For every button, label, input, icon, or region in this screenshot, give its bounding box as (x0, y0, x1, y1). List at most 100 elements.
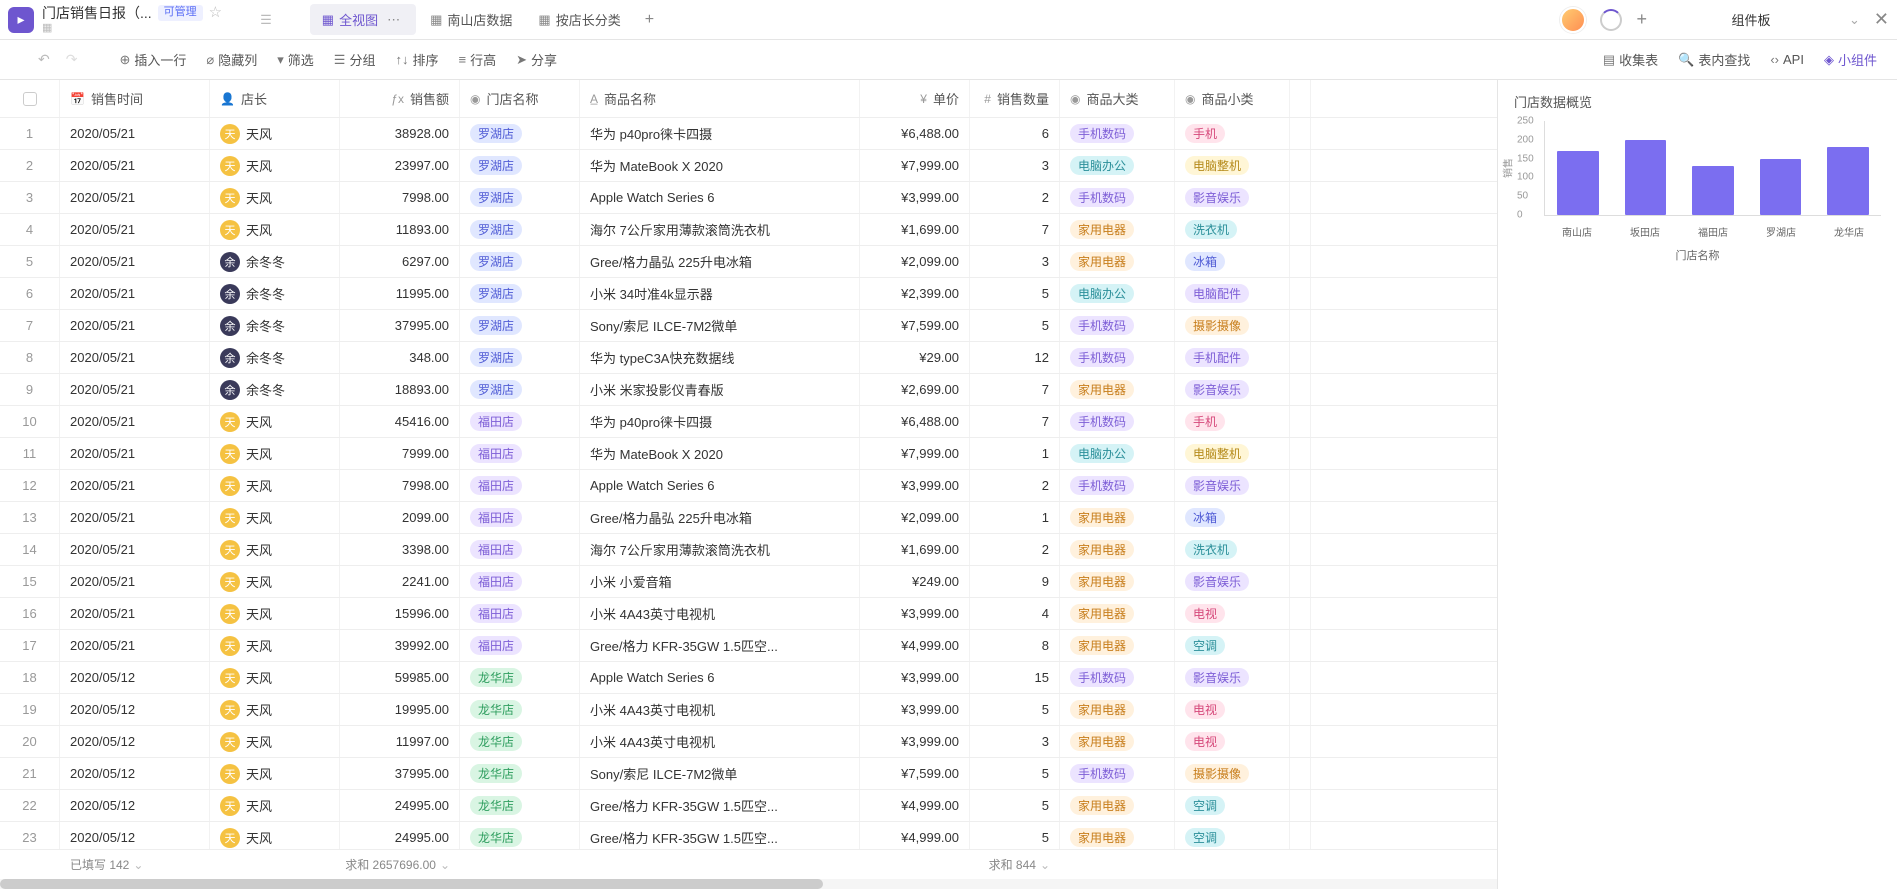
cell-qty[interactable]: 12 (970, 342, 1060, 373)
app-logo-icon[interactable]: ▸ (8, 7, 34, 33)
hide-column-button[interactable]: ⌀隐藏列 (198, 46, 265, 73)
select-all-cell[interactable] (0, 80, 60, 117)
sort-button[interactable]: ↑↓排序 (387, 46, 446, 73)
cell-product[interactable]: Sony/索尼 ILCE-7M2微单 (580, 758, 860, 789)
cell-category[interactable]: 手机数码 (1060, 310, 1175, 341)
cell-subcategory[interactable]: 影音娱乐 (1175, 470, 1290, 501)
cell-manager[interactable]: 余余冬冬 (210, 342, 340, 373)
cell-store[interactable]: 福田店 (460, 598, 580, 629)
table-row[interactable]: 212020/05/12天天风37995.00龙华店Sony/索尼 ILCE-7… (0, 758, 1497, 790)
cell-category[interactable]: 家用电器 (1060, 726, 1175, 757)
cell-amount[interactable]: 18893.00 (340, 374, 460, 405)
cell-qty[interactable]: 15 (970, 662, 1060, 693)
cell-category[interactable]: 家用电器 (1060, 566, 1175, 597)
table-row[interactable]: 232020/05/12天天风24995.00龙华店Gree/格力 KFR-35… (0, 822, 1497, 849)
cell-subcategory[interactable]: 影音娱乐 (1175, 374, 1290, 405)
cell-manager[interactable]: 天天风 (210, 406, 340, 437)
cell-category[interactable]: 家用电器 (1060, 374, 1175, 405)
cell-amount[interactable]: 7999.00 (340, 438, 460, 469)
cell-manager[interactable]: 天天风 (210, 150, 340, 181)
cell-amount[interactable]: 11893.00 (340, 214, 460, 245)
cell-store[interactable]: 龙华店 (460, 822, 580, 849)
cell-product[interactable]: Apple Watch Series 6 (580, 662, 860, 693)
cell-date[interactable]: 2020/05/12 (60, 790, 210, 821)
table-row[interactable]: 72020/05/21余余冬冬37995.00罗湖店Sony/索尼 ILCE-7… (0, 310, 1497, 342)
cell-product[interactable]: Gree/格力晶弘 225升电冰箱 (580, 502, 860, 533)
col-date[interactable]: 📅销售时间 (60, 80, 210, 117)
cell-amount[interactable]: 37995.00 (340, 758, 460, 789)
table-row[interactable]: 62020/05/21余余冬冬11995.00罗湖店小米 34吋准4k显示器¥2… (0, 278, 1497, 310)
cell-qty[interactable]: 2 (970, 470, 1060, 501)
table-row[interactable]: 182020/05/12天天风59985.00龙华店Apple Watch Se… (0, 662, 1497, 694)
chart-bar[interactable] (1625, 140, 1667, 215)
cell-manager[interactable]: 余余冬冬 (210, 374, 340, 405)
cell-product[interactable]: Gree/格力 KFR-35GW 1.5匹空... (580, 630, 860, 661)
cell-qty[interactable]: 8 (970, 630, 1060, 661)
cell-price[interactable]: ¥6,488.00 (860, 406, 970, 437)
cell-subcategory[interactable]: 摄影摄像 (1175, 310, 1290, 341)
cell-price[interactable]: ¥249.00 (860, 566, 970, 597)
cell-price[interactable]: ¥1,699.00 (860, 214, 970, 245)
col-subcategory[interactable]: ◉商品小类 (1175, 80, 1290, 117)
cell-price[interactable]: ¥4,999.00 (860, 790, 970, 821)
cell-qty[interactable]: 6 (970, 118, 1060, 149)
cell-date[interactable]: 2020/05/21 (60, 310, 210, 341)
cell-amount[interactable]: 24995.00 (340, 790, 460, 821)
cell-date[interactable]: 2020/05/21 (60, 342, 210, 373)
cell-qty[interactable]: 1 (970, 438, 1060, 469)
cell-subcategory[interactable]: 洗衣机 (1175, 214, 1290, 245)
footer-qty-sum[interactable]: 求和 844 ⌄ (970, 850, 1060, 879)
cell-store[interactable]: 罗湖店 (460, 342, 580, 373)
cell-subcategory[interactable]: 摄影摄像 (1175, 758, 1290, 789)
cell-date[interactable]: 2020/05/12 (60, 726, 210, 757)
col-qty[interactable]: #销售数量 (970, 80, 1060, 117)
cell-amount[interactable]: 7998.00 (340, 182, 460, 213)
cell-price[interactable]: ¥7,599.00 (860, 758, 970, 789)
cell-qty[interactable]: 5 (970, 822, 1060, 849)
chart-bar[interactable] (1692, 166, 1734, 215)
cell-price[interactable]: ¥4,999.00 (860, 630, 970, 661)
col-product[interactable]: A̲商品名称 (580, 80, 860, 117)
table-row[interactable]: 82020/05/21余余冬冬348.00罗湖店华为 typeC3A快充数据线¥… (0, 342, 1497, 374)
cell-product[interactable]: 海尔 7公斤家用薄款滚筒洗衣机 (580, 214, 860, 245)
cell-manager[interactable]: 天天风 (210, 214, 340, 245)
cell-amount[interactable]: 23997.00 (340, 150, 460, 181)
permission-badge[interactable]: 可管理 (158, 5, 203, 20)
cell-subcategory[interactable]: 手机 (1175, 118, 1290, 149)
cell-date[interactable]: 2020/05/21 (60, 438, 210, 469)
undo-button[interactable]: ↶ (32, 47, 56, 72)
table-row[interactable]: 92020/05/21余余冬冬18893.00罗湖店小米 米家投影仪青春版¥2,… (0, 374, 1497, 406)
col-category[interactable]: ◉商品大类 (1060, 80, 1175, 117)
cell-category[interactable]: 电脑办公 (1060, 438, 1175, 469)
cell-manager[interactable]: 余余冬冬 (210, 310, 340, 341)
filter-button[interactable]: ▾筛选 (269, 46, 322, 73)
cell-amount[interactable]: 19995.00 (340, 694, 460, 725)
cell-product[interactable]: 华为 MateBook X 2020 (580, 438, 860, 469)
tab-nanshan[interactable]: ▦ 南山店数据 (418, 4, 524, 35)
tab-by-manager[interactable]: ▦ 按店长分类 (526, 4, 632, 35)
add-panel-button[interactable]: + (1636, 9, 1647, 30)
cell-manager[interactable]: 天天风 (210, 534, 340, 565)
search-button[interactable]: 🔍表内查找 (1670, 46, 1758, 73)
cell-manager[interactable]: 天天风 (210, 470, 340, 501)
table-row[interactable]: 132020/05/21天天风2099.00福田店Gree/格力晶弘 225升电… (0, 502, 1497, 534)
cell-amount[interactable]: 6297.00 (340, 246, 460, 277)
cell-price[interactable]: ¥3,999.00 (860, 662, 970, 693)
cell-subcategory[interactable]: 电视 (1175, 726, 1290, 757)
cell-date[interactable]: 2020/05/21 (60, 150, 210, 181)
cell-price[interactable]: ¥3,999.00 (860, 598, 970, 629)
cell-price[interactable]: ¥2,699.00 (860, 374, 970, 405)
cell-manager[interactable]: 天天风 (210, 118, 340, 149)
cell-qty[interactable]: 5 (970, 790, 1060, 821)
cell-date[interactable]: 2020/05/21 (60, 534, 210, 565)
cell-store[interactable]: 龙华店 (460, 726, 580, 757)
cell-price[interactable]: ¥3,999.00 (860, 182, 970, 213)
cell-qty[interactable]: 5 (970, 694, 1060, 725)
cell-store[interactable]: 福田店 (460, 406, 580, 437)
cell-category[interactable]: 家用电器 (1060, 246, 1175, 277)
cell-store[interactable]: 罗湖店 (460, 310, 580, 341)
cell-amount[interactable]: 2099.00 (340, 502, 460, 533)
sync-icon[interactable] (1600, 9, 1622, 31)
cell-store[interactable]: 福田店 (460, 630, 580, 661)
col-store[interactable]: ◉门店名称 (460, 80, 580, 117)
